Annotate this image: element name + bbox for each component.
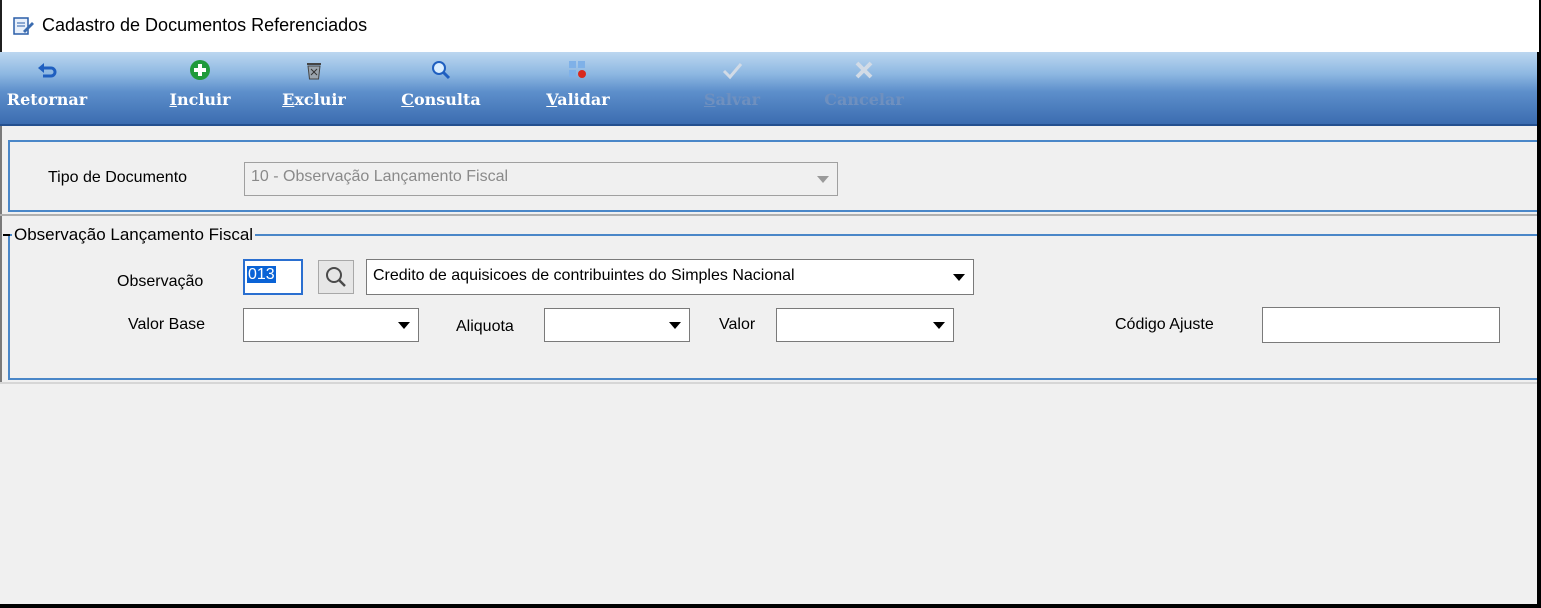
cancel-icon	[855, 61, 873, 79]
observacao-code-value: 013	[247, 266, 276, 284]
retornar-button[interactable]: Retornar	[6, 58, 88, 120]
valor-base-label: Valor Base	[128, 316, 206, 333]
valor-select[interactable]	[776, 308, 954, 342]
observacao-code-selection: 013	[247, 266, 276, 283]
group-corner	[3, 234, 10, 236]
trash-icon	[307, 63, 321, 80]
cancelar-label: Cancelar	[824, 90, 904, 109]
search-icon	[432, 61, 451, 80]
observacao-description-value: Credito de aquisicoes de contribuintes d…	[373, 267, 795, 284]
document-type-select[interactable]: 10 - Observação Lançamento Fiscal	[244, 162, 838, 196]
validar-label: Validar	[546, 90, 610, 109]
app-window: Cadastro de Documentos Referenciados Ret…	[0, 0, 1541, 608]
chevron-down-icon	[398, 322, 410, 329]
codigo-ajuste-label: Código Ajuste	[1115, 316, 1214, 333]
validar-button[interactable]: Validar	[536, 58, 620, 120]
app-edit-icon	[13, 17, 34, 35]
incluir-button[interactable]: Incluir	[160, 58, 240, 120]
valor-label: Valor	[719, 316, 756, 333]
document-type-value: 10 - Observação Lançamento Fiscal	[251, 168, 509, 185]
toolbar: Retornar Incluir Excluir Consulta Valida…	[0, 52, 1537, 126]
separator	[0, 214, 1537, 216]
observacao-label: Observação	[117, 273, 204, 290]
salvar-label: Salvar	[703, 90, 761, 109]
cancelar-button[interactable]: Cancelar	[812, 58, 916, 120]
add-icon	[190, 60, 210, 80]
consulta-label: Consulta	[401, 90, 481, 109]
chevron-down-icon	[669, 322, 681, 329]
check-icon	[722, 63, 743, 80]
excluir-label: Excluir	[282, 90, 346, 109]
empty-content-area	[0, 382, 1537, 604]
return-icon	[38, 63, 57, 78]
search-icon	[326, 267, 346, 287]
group-legend: Observação Lançamento Fiscal	[12, 225, 256, 245]
excluir-button[interactable]: Excluir	[272, 58, 356, 120]
observacao-code-input[interactable]: 013	[243, 259, 303, 295]
title-bar: Cadastro de Documentos Referenciados	[0, 0, 1539, 52]
document-type-label: Tipo de Documento	[48, 169, 188, 186]
validate-icon	[569, 61, 586, 78]
observacao-description-select[interactable]: Credito de aquisicoes de contribuintes d…	[366, 259, 974, 295]
aliquota-select[interactable]	[544, 308, 690, 342]
incluir-label: Incluir	[169, 90, 231, 109]
chevron-down-icon	[817, 176, 829, 183]
aliquota-label: Aliquota	[456, 318, 514, 335]
chevron-down-icon	[933, 322, 945, 329]
consulta-button[interactable]: Consulta	[390, 58, 492, 120]
retornar-label: Retornar	[6, 90, 88, 109]
window-title: Cadastro de Documentos Referenciados	[42, 15, 368, 35]
codigo-ajuste-input[interactable]	[1262, 307, 1500, 343]
salvar-button[interactable]: Salvar	[694, 58, 770, 120]
observacao-lookup-button[interactable]	[318, 260, 354, 294]
valor-base-select[interactable]	[243, 308, 419, 342]
chevron-down-icon	[953, 274, 965, 281]
